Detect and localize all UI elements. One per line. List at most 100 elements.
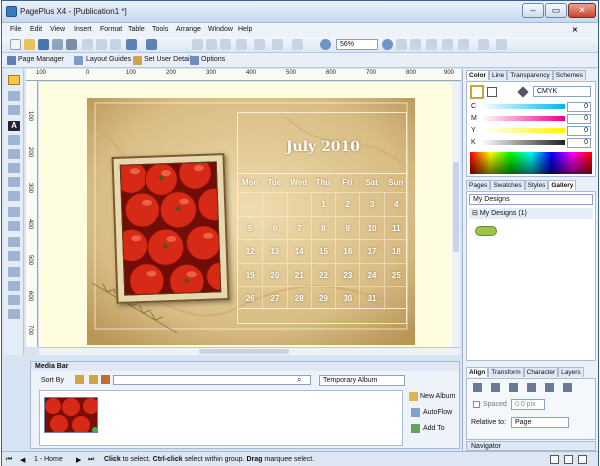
- zoom-out-icon[interactable]: [320, 39, 331, 50]
- doc-close-icon[interactable]: ✕: [572, 26, 578, 34]
- save-icon[interactable]: [38, 39, 49, 50]
- full-screen-icon[interactable]: [442, 39, 453, 50]
- options-button[interactable]: Options: [201, 56, 225, 63]
- menu-table[interactable]: Table: [128, 26, 145, 33]
- crop-tool-icon[interactable]: [8, 105, 20, 115]
- menu-tools[interactable]: Tools: [152, 26, 168, 33]
- fill-tool-icon[interactable]: [8, 221, 20, 231]
- view-icon[interactable]: [254, 39, 265, 50]
- tomato-photo[interactable]: [119, 161, 222, 296]
- page-manager-button[interactable]: Page Manager: [18, 56, 64, 63]
- tab-transform[interactable]: Transform: [488, 367, 524, 377]
- color-picker-tool-icon[interactable]: [8, 251, 20, 261]
- zoom-in-icon[interactable]: [382, 39, 393, 50]
- fit-page-icon[interactable]: [426, 39, 437, 50]
- print-icon[interactable]: [66, 39, 77, 50]
- spacing-input[interactable]: 0.0 pix: [511, 399, 545, 410]
- tomato-thumbnail[interactable]: [44, 397, 98, 433]
- folder-icon[interactable]: [89, 375, 98, 384]
- grid-icon[interactable]: [272, 39, 283, 50]
- open-icon[interactable]: [24, 39, 35, 50]
- menu-insert[interactable]: Insert: [74, 26, 92, 33]
- multi-page-icon[interactable]: [478, 39, 489, 50]
- minimize-button[interactable]: –: [522, 3, 544, 18]
- gallery-tool-icon[interactable]: [8, 309, 20, 319]
- tab-gallery[interactable]: Gallery: [548, 180, 577, 190]
- channel-value-input[interactable]: 0: [567, 102, 591, 112]
- channel-slider[interactable]: [481, 140, 565, 145]
- align-bottom-icon[interactable]: [563, 383, 572, 392]
- fill-swatch-icon[interactable]: [470, 85, 484, 99]
- pencil-tool-icon[interactable]: [8, 163, 20, 173]
- new-album-button[interactable]: New Album: [420, 393, 455, 400]
- add-photos-icon[interactable]: [75, 375, 84, 384]
- channel-slider[interactable]: [481, 116, 565, 121]
- first-page-icon[interactable]: ⏮: [6, 456, 12, 464]
- tab-align[interactable]: Align: [466, 367, 489, 377]
- media-search-input[interactable]: [113, 375, 311, 385]
- line-swatch-icon[interactable]: [487, 87, 497, 97]
- picture-tool-icon[interactable]: [8, 207, 20, 217]
- last-page-icon[interactable]: ⏭: [88, 456, 94, 464]
- eyedropper-icon[interactable]: [517, 86, 529, 98]
- color-mode-select[interactable]: CMYK: [533, 86, 591, 97]
- album-select[interactable]: Temporary Album: [319, 375, 405, 386]
- tab-character[interactable]: Character: [523, 367, 559, 377]
- layout-guides-button[interactable]: Layout Guides: [86, 56, 131, 63]
- calendar-block[interactable]: July 2010 Mon Tue Wed Thu Fri Sat Sun 12…: [237, 112, 408, 324]
- gallery-category-select[interactable]: My Designs: [469, 194, 593, 205]
- set-user-details-button[interactable]: Set User Details: [144, 56, 195, 63]
- text-tool-icon[interactable]: A: [8, 121, 20, 131]
- insert-frame-icon[interactable]: [192, 39, 203, 50]
- tab-color[interactable]: Color: [466, 70, 489, 80]
- tab-layers[interactable]: Layers: [558, 367, 584, 377]
- gallery-tree-item[interactable]: ⊟ My Designs (1): [469, 208, 593, 219]
- view-spread-icon[interactable]: [564, 455, 573, 464]
- vertical-scroll-thumb[interactable]: [453, 162, 459, 252]
- channel-value-input[interactable]: 0: [567, 138, 591, 148]
- channel-value-input[interactable]: 0: [567, 114, 591, 124]
- autoflow-button[interactable]: AutoFlow: [423, 409, 452, 416]
- pen-tool-icon[interactable]: [8, 149, 20, 159]
- line-tool-icon[interactable]: [8, 191, 20, 201]
- view-full-icon[interactable]: [578, 455, 587, 464]
- print-preview-icon[interactable]: [52, 39, 63, 50]
- tab-line[interactable]: Line: [488, 70, 508, 80]
- cut-icon[interactable]: [82, 39, 93, 50]
- menu-format[interactable]: Format: [100, 26, 122, 33]
- transparency-tool-icon[interactable]: [8, 237, 20, 247]
- view-single-icon[interactable]: [550, 455, 559, 464]
- relative-to-select[interactable]: Page: [511, 417, 569, 428]
- remove-photos-icon[interactable]: [101, 375, 110, 384]
- insert-table-icon[interactable]: [206, 39, 217, 50]
- menu-help[interactable]: Help: [238, 26, 252, 33]
- frame-tool-icon[interactable]: [8, 267, 20, 277]
- tab-styles[interactable]: Styles: [524, 180, 549, 190]
- menu-arrange[interactable]: Arrange: [176, 26, 201, 33]
- table-tool-icon[interactable]: [8, 135, 20, 145]
- insert-picture-icon[interactable]: [220, 39, 231, 50]
- paste-icon[interactable]: [110, 39, 121, 50]
- sort-by-button[interactable]: Sort By: [41, 377, 64, 384]
- rotate-tool-icon[interactable]: [8, 91, 20, 101]
- menu-edit[interactable]: Edit: [30, 26, 42, 33]
- photo-frame[interactable]: [111, 153, 230, 304]
- zoom-tool-icon[interactable]: [396, 39, 407, 50]
- menu-file[interactable]: File: [10, 26, 21, 33]
- align-top-icon[interactable]: [527, 383, 536, 392]
- close-button[interactable]: ✕: [568, 3, 596, 18]
- prev-page-icon[interactable]: ◀: [20, 456, 25, 464]
- navigator-tab[interactable]: Navigator: [466, 441, 596, 451]
- channel-slider[interactable]: [481, 128, 565, 133]
- vertical-scrollbar[interactable]: [452, 82, 460, 347]
- color-spectrum[interactable]: [470, 152, 592, 174]
- channel-slider[interactable]: [481, 104, 565, 109]
- new-icon[interactable]: [10, 39, 21, 50]
- redo-icon[interactable]: [146, 39, 157, 50]
- horizontal-scrollbar[interactable]: [39, 347, 460, 355]
- next-page-icon[interactable]: ▶: [76, 456, 81, 464]
- zoom-select[interactable]: 56%: [336, 39, 378, 50]
- spaced-checkbox[interactable]: [473, 401, 480, 408]
- pointer-tool-icon[interactable]: [8, 75, 20, 85]
- tab-transparency[interactable]: Transparency: [507, 70, 553, 80]
